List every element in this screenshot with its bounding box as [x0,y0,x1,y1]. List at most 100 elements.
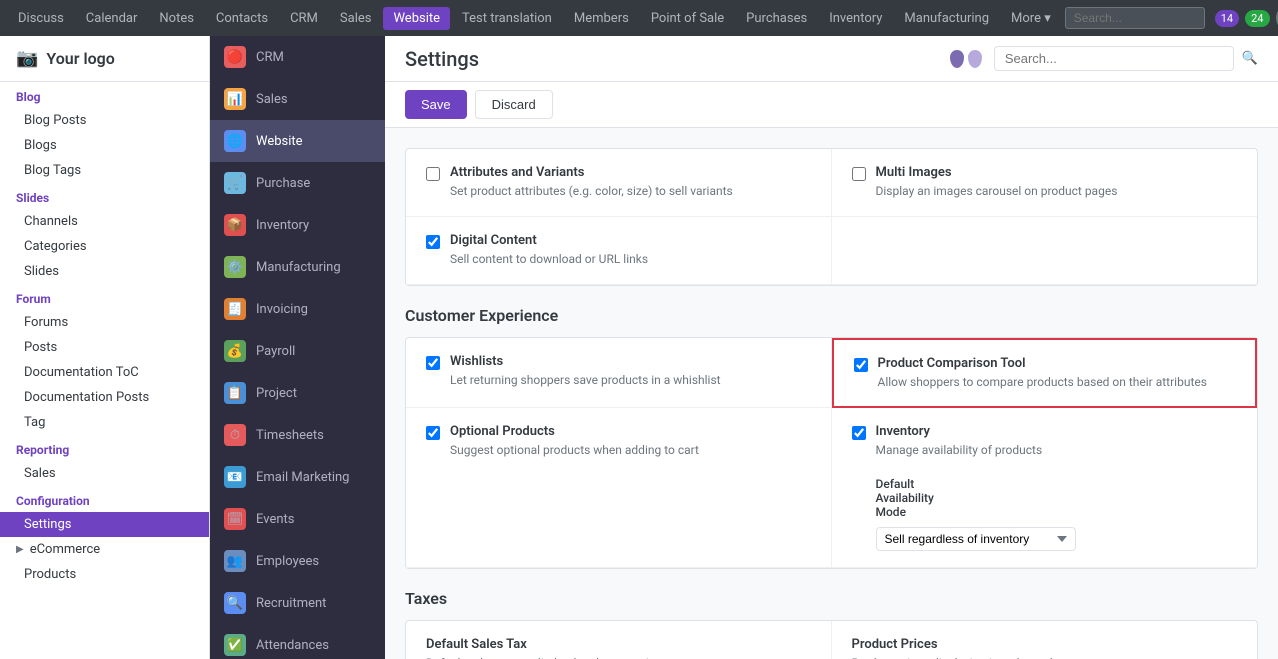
attributes-variants-checkbox[interactable] [426,167,440,181]
nav-website[interactable]: Website [383,7,450,30]
nav-members[interactable]: Members [564,7,639,30]
top-navigation: Discuss Calendar Notes Contacts CRM Sale… [0,0,1278,36]
chevron-right-icon: ▶ [16,544,24,555]
save-button[interactable]: Save [405,90,467,119]
nav-notes[interactable]: Notes [149,7,204,30]
nav-sales[interactable]: Sales [330,7,382,30]
product-comparison-checkbox[interactable] [854,358,868,372]
logo-drops [950,50,982,68]
default-sales-tax-title: Default Sales Tax [426,637,811,652]
sec-item-website[interactable]: 🌐 Website [210,120,385,162]
sidebar-item-posts[interactable]: Posts [0,335,209,360]
optional-products-desc: Suggest optional products when adding to… [450,442,811,459]
sidebar-item-blogs[interactable]: Blogs [0,133,209,158]
sidebar-item-channels[interactable]: Channels [0,209,209,234]
main-content: Settings 🔍 Save Discard [385,36,1278,659]
sec-label-events: Events [256,512,294,527]
nav-purchases[interactable]: Purchases [736,7,817,30]
sec-label-manufacturing: Manufacturing [256,260,341,275]
logo[interactable]: 📷 Your logo [0,36,209,82]
timesheets-icon: ⏱ [224,424,246,446]
wishlists-checkbox[interactable] [426,356,440,370]
sec-item-inventory[interactable]: 📦 Inventory [210,204,385,246]
digital-content-title: Digital Content [450,233,811,248]
invoicing-icon: 🧾 [224,298,246,320]
sec-item-manufacturing[interactable]: ⚙️ Manufacturing [210,246,385,288]
nav-calendar[interactable]: Calendar [76,7,148,30]
wishlists-desc: Let returning shoppers save products in … [450,372,811,389]
sidebar-item-ecommerce[interactable]: ▶ eCommerce [0,537,209,562]
sidebar-item-settings[interactable]: Settings [0,512,209,537]
sec-label-inventory: Inventory [256,218,309,233]
product-comparison-title: Product Comparison Tool [878,356,1236,371]
sec-label-website: Website [256,134,303,149]
sidebar-item-blog-tags[interactable]: Blog Tags [0,158,209,183]
sec-item-events[interactable]: 🗓 Events [210,498,385,540]
sidebar-item-documentation-toc[interactable]: Documentation ToC [0,360,209,385]
sidebar-section-slides: Slides [0,183,209,209]
settings-body: Attributes and Variants Set product attr… [385,128,1278,659]
global-search-input[interactable] [1065,7,1205,29]
sidebar-item-categories[interactable]: Categories [0,234,209,259]
left-sidebar: 📷 Your logo Blog Blog Posts Blogs Blog T… [0,36,210,659]
sec-item-attendances[interactable]: ✅ Attendances [210,624,385,659]
recruitment-icon: 🔍 [224,592,246,614]
sidebar-item-products[interactable]: Products [0,562,209,587]
settings-search-input[interactable] [994,46,1234,71]
nav-inventory[interactable]: Inventory [819,7,892,30]
sec-item-purchase[interactable]: 🛒 Purchase [210,162,385,204]
inventory-desc: Manage availability of products [876,442,1238,459]
nav-discuss[interactable]: Discuss [8,7,74,30]
nav-crm[interactable]: CRM [280,7,328,30]
sec-label-crm: CRM [256,50,284,65]
sec-label-employees: Employees [256,554,319,569]
availability-mode-select[interactable]: Sell regardless of inventory Block sales… [876,527,1076,551]
badge-notifications[interactable]: 24 [1245,10,1269,27]
optional-products-title: Optional Products [450,424,811,439]
nav-manufacturing[interactable]: Manufacturing [894,7,999,30]
sec-item-sales[interactable]: 📊 Sales [210,78,385,120]
nav-pos[interactable]: Point of Sale [641,7,734,30]
sec-item-invoicing[interactable]: 🧾 Invoicing [210,288,385,330]
discard-button[interactable]: Discard [475,90,553,119]
optional-products-cell: Optional Products Suggest optional produ… [406,408,832,568]
sec-label-payroll: Payroll [256,344,295,359]
badge-messages[interactable]: 14 [1215,10,1239,27]
sec-item-timesheets[interactable]: ⏱ Timesheets [210,414,385,456]
sidebar-item-forums[interactable]: Forums [0,310,209,335]
sidebar-section-forum: Forum [0,284,209,310]
wishlists-cell: Wishlists Let returning shoppers save pr… [406,338,832,409]
sec-item-email-marketing[interactable]: 📧 Email Marketing [210,456,385,498]
nav-icons: 14 24 A Administrator [1215,4,1278,32]
sidebar-item-slides[interactable]: Slides [0,259,209,284]
nav-contacts[interactable]: Contacts [206,7,278,30]
sec-item-crm[interactable]: 🔴 CRM [210,36,385,78]
sidebar-item-ecommerce-label: eCommerce [30,542,100,557]
sec-item-employees[interactable]: 👥 Employees [210,540,385,582]
sidebar-item-blog-posts[interactable]: Blog Posts [0,108,209,133]
nav-more[interactable]: More ▾ [1001,7,1061,30]
sec-label-timesheets: Timesheets [256,428,324,443]
optional-products-checkbox[interactable] [426,426,440,440]
content-header: Settings 🔍 [385,36,1278,82]
drop-2 [968,50,982,68]
sec-item-recruitment[interactable]: 🔍 Recruitment [210,582,385,624]
action-bar: Save Discard [385,82,1278,128]
nav-test-translation[interactable]: Test translation [452,7,562,30]
camera-icon: 📷 [16,48,38,69]
product-comparison-cell: Product Comparison Tool Allow shoppers t… [832,338,1258,409]
sidebar-item-tag[interactable]: Tag [0,410,209,435]
attributes-variants-desc: Set product attributes (e.g. color, size… [450,183,811,200]
sidebar-item-documentation-posts[interactable]: Documentation Posts [0,385,209,410]
inventory-cell: Inventory Manage availability of product… [832,408,1258,568]
inventory-checkbox[interactable] [852,426,866,440]
multi-images-checkbox[interactable] [852,167,866,181]
taxes-grid: Default Sales Tax Default sales tax appl… [405,620,1258,659]
sidebar-item-sales[interactable]: Sales [0,461,209,486]
sec-item-payroll[interactable]: 💰 Payroll [210,330,385,372]
digital-content-checkbox[interactable] [426,235,440,249]
purchase-icon: 🛒 [224,172,246,194]
project-icon: 📋 [224,382,246,404]
default-availability-label: DefaultAvailabilityMode [876,477,934,519]
sec-item-project[interactable]: 📋 Project [210,372,385,414]
